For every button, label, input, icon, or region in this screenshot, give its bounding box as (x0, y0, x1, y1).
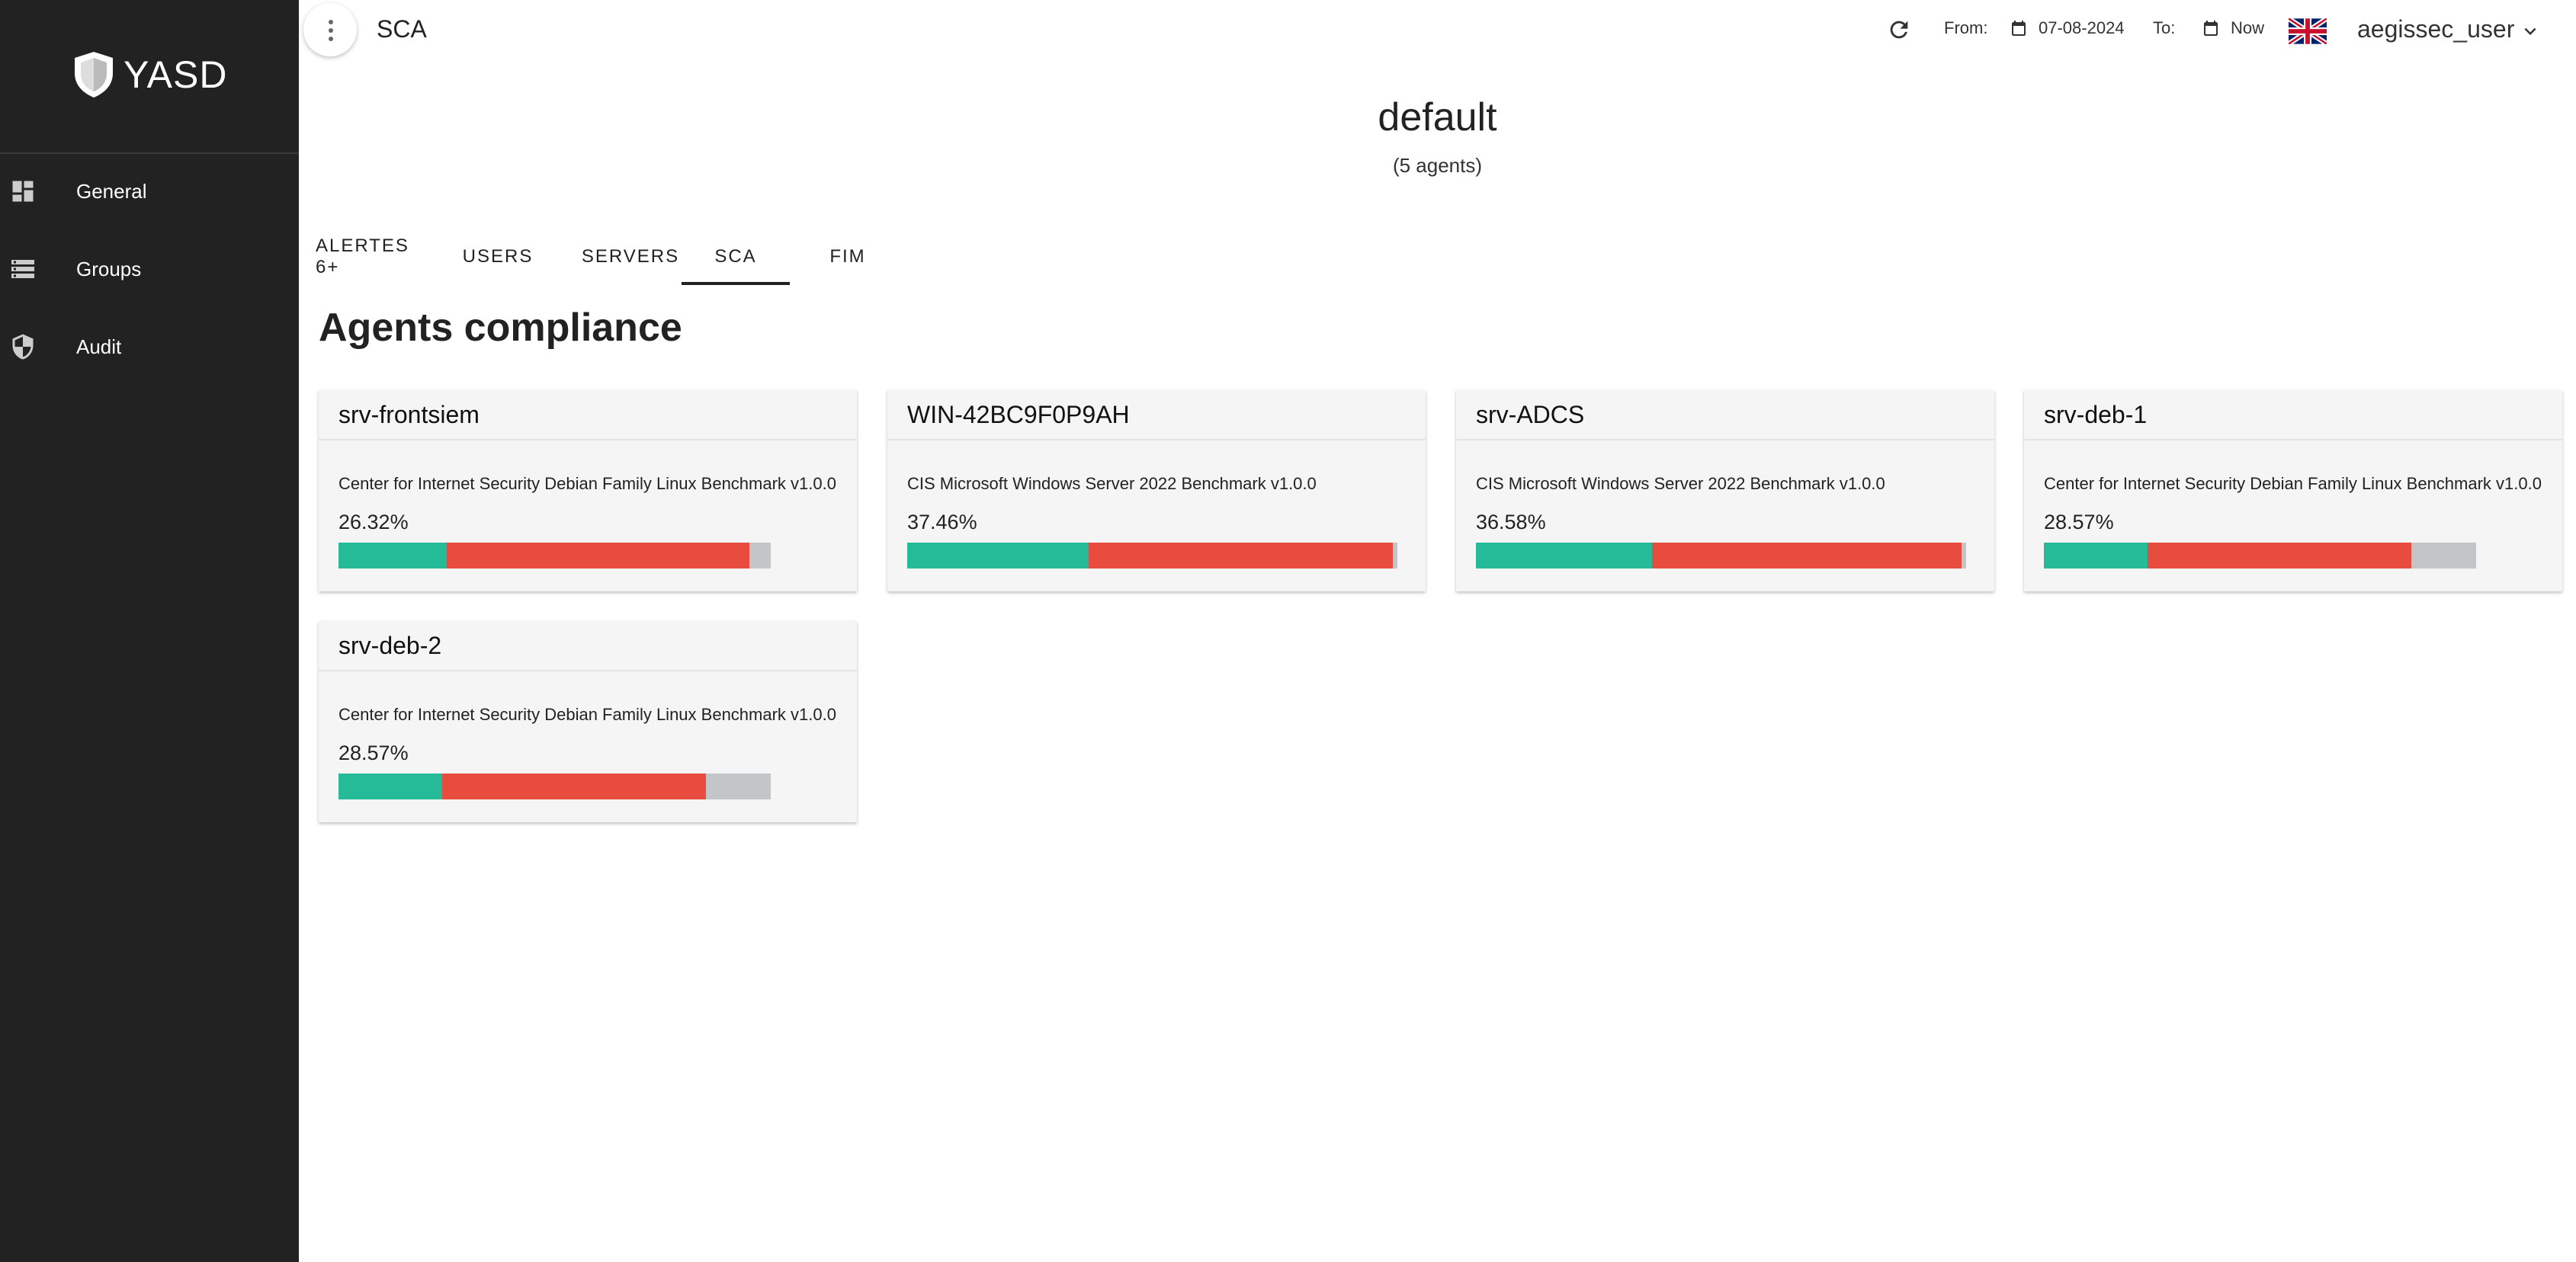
not-applicable-segment (1961, 543, 1966, 569)
uk-flag-icon[interactable] (2289, 18, 2327, 44)
sidebar-item-general[interactable]: General (0, 157, 299, 226)
card-header: srv-deb-2 (319, 621, 857, 671)
from-label: From: (1944, 18, 1988, 37)
sidebar-item-label: Audit (76, 335, 122, 358)
compliance-score: 26.32% (338, 511, 409, 533)
card-header: srv-frontsiem (319, 390, 857, 440)
not-applicable-segment (705, 774, 771, 799)
tab-sca[interactable]: SCA (682, 229, 790, 285)
to-date[interactable]: Now (2231, 18, 2264, 38)
agent-card[interactable]: srv-deb-2 Center for Internet Security D… (319, 621, 857, 822)
agent-name: srv-frontsiem (338, 401, 480, 428)
agent-name: srv-deb-2 (338, 632, 442, 659)
fail-segment (442, 774, 706, 799)
fail-segment (2148, 543, 2411, 569)
pass-segment (2044, 543, 2148, 569)
shield-icon (12, 334, 34, 360)
compliance-bar (2044, 543, 2476, 569)
not-applicable-segment (2411, 543, 2476, 569)
shield-logo-icon (75, 52, 113, 98)
pass-segment (1476, 543, 1653, 569)
agent-count: (5 agents) (1392, 154, 1483, 177)
compliance-score: 36.58% (1476, 511, 1546, 533)
sidebar-item-label: Groups (76, 257, 142, 280)
from-date[interactable]: 07-08-2024 (2039, 18, 2125, 38)
agent-card[interactable]: srv-deb-1 Center for Internet Security D… (2024, 390, 2562, 591)
compliance-bar (338, 774, 771, 799)
group-name: default (1378, 95, 1497, 139)
agent-card[interactable]: WIN-42BC9F0P9AH CIS Microsoft Windows Se… (887, 390, 1426, 591)
to-label: To: (2153, 18, 2176, 37)
benchmark-name: CIS Microsoft Windows Server 2022 Benchm… (1476, 474, 1885, 493)
compliance-bar (907, 543, 1397, 569)
benchmark-name: Center for Internet Security Debian Fami… (338, 474, 836, 493)
compliance-score: 37.46% (907, 511, 977, 533)
not-applicable-segment (749, 543, 771, 569)
compliance-score: 28.57% (2044, 511, 2114, 533)
more-vert-icon (329, 20, 333, 41)
tab-users[interactable]: USERS (462, 229, 534, 285)
agent-card[interactable]: srv-frontsiem Center for Internet Securi… (319, 390, 857, 591)
top-bar: SCA From: 07-08-2024 To: Now aegissec_us… (299, 0, 2576, 61)
calendar-icon[interactable] (2202, 18, 2220, 38)
section-title: Agents compliance (319, 306, 682, 350)
card-header: WIN-42BC9F0P9AH (887, 390, 1426, 440)
brand[interactable]: YASD (0, 0, 299, 154)
pass-segment (338, 774, 443, 799)
fail-segment (446, 543, 749, 569)
tab-fim[interactable]: FIM (825, 229, 871, 285)
refresh-icon[interactable] (1886, 17, 1912, 43)
fail-segment (1652, 543, 1962, 569)
pass-segment (338, 543, 447, 569)
benchmark-name: Center for Internet Security Debian Fami… (338, 705, 836, 724)
fail-segment (1088, 543, 1393, 569)
sidebar-item-audit[interactable]: Audit (0, 312, 299, 381)
storage-icon (11, 260, 34, 278)
page-title: SCA (377, 15, 427, 43)
not-applicable-segment (1392, 543, 1397, 569)
compliance-score: 28.57% (338, 742, 409, 764)
tab-servers[interactable]: SERVERS (573, 229, 688, 285)
calendar-icon[interactable] (2010, 18, 2028, 38)
compliance-bar (1476, 543, 1966, 569)
user-menu[interactable]: aegissec_user (2357, 15, 2514, 43)
card-header: srv-deb-1 (2024, 390, 2562, 440)
chevron-down-icon[interactable] (2519, 20, 2542, 43)
pass-segment (907, 543, 1089, 569)
card-header: srv-ADCS (1456, 390, 1994, 440)
benchmark-name: Center for Internet Security Debian Fami… (2044, 474, 2542, 493)
sidebar: YASD General Groups Audit (0, 0, 299, 1262)
sidebar-item-label: General (76, 179, 147, 203)
sidebar-item-groups[interactable]: Groups (0, 235, 299, 303)
agent-name: WIN-42BC9F0P9AH (907, 401, 1130, 428)
menu-button[interactable] (303, 3, 357, 56)
tab-alertes[interactable]: ALERTES 6+ (316, 229, 422, 285)
agent-name: srv-ADCS (1476, 401, 1585, 428)
dashboard-icon (12, 181, 34, 202)
compliance-bar (338, 543, 771, 569)
agent-name: srv-deb-1 (2044, 401, 2148, 428)
agent-card[interactable]: srv-ADCS CIS Microsoft Windows Server 20… (1456, 390, 1994, 591)
brand-name: YASD (124, 53, 228, 96)
benchmark-name: CIS Microsoft Windows Server 2022 Benchm… (907, 474, 1317, 493)
